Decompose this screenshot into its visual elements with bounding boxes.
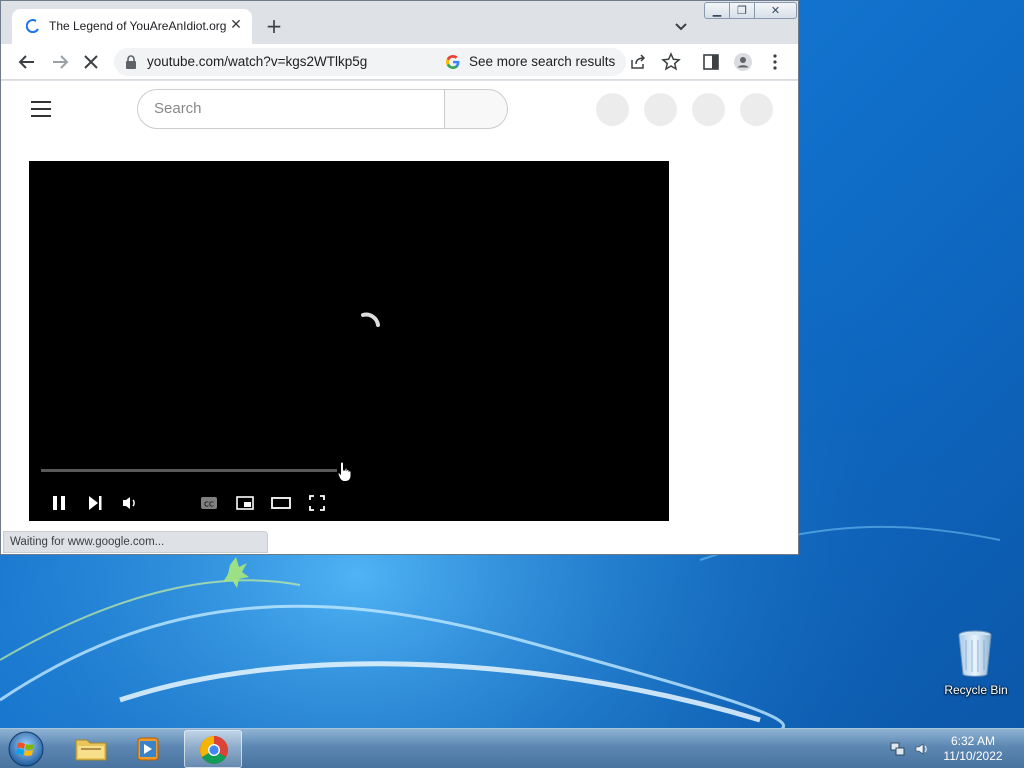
miniplayer-icon[interactable] [235, 493, 255, 513]
network-icon[interactable] [890, 741, 906, 757]
status-bar: Waiting for www.google.com... [3, 531, 268, 553]
media-player-icon [137, 737, 159, 761]
new-tab-button[interactable]: + [263, 15, 285, 37]
tab-close-icon[interactable]: ✕ [228, 17, 244, 33]
browser-toolbar: youtube.com/watch?v=kgs2WTlkp5g See more… [1, 44, 798, 80]
closed-captions-icon[interactable]: CC [199, 493, 219, 513]
tab-title: The Legend of YouAreAnIdiot.org [49, 19, 227, 33]
search-input[interactable]: Search [137, 89, 445, 129]
hamburger-menu-icon[interactable] [31, 101, 51, 117]
bookmark-star-icon[interactable] [661, 52, 681, 72]
volume-icon[interactable] [120, 493, 140, 513]
start-button-icon[interactable] [6, 730, 46, 768]
chrome-icon [200, 736, 228, 764]
chrome-taskbar-button[interactable] [184, 730, 242, 768]
browser-tab[interactable]: The Legend of YouAreAnIdiot.org ✕ [12, 9, 252, 44]
address-bar[interactable]: youtube.com/watch?v=kgs2WTlkp5g See more… [114, 48, 626, 76]
minimize-button[interactable]: ▁ [704, 2, 730, 19]
placeholder-circle [596, 93, 629, 126]
url-text[interactable]: youtube.com/watch?v=kgs2WTlkp5g [147, 54, 367, 69]
folder-icon [75, 739, 107, 761]
tab-search-icon[interactable] [672, 17, 690, 35]
recycle-bin-icon [958, 630, 992, 677]
search-placeholder: Search [154, 100, 202, 117]
clock-date: 11/10/2022 [943, 749, 1003, 763]
recycle-bin[interactable]: Recycle Bin [938, 628, 1014, 704]
loading-spinner-icon [26, 19, 39, 33]
loading-spinner-icon [361, 312, 380, 327]
share-icon[interactable] [628, 52, 648, 72]
search-more-chip[interactable]: See more search results [469, 54, 615, 69]
lock-icon[interactable] [125, 55, 137, 69]
fullscreen-icon[interactable] [307, 493, 327, 513]
close-window-button[interactable]: ✕ [754, 2, 797, 19]
tab-strip: The Legend of YouAreAnIdiot.org ✕ + ▁ ❐ … [1, 1, 798, 44]
recycle-bin-label: Recycle Bin [944, 683, 1008, 697]
clock-time: 6:32 AM [950, 734, 996, 748]
google-icon [446, 55, 460, 69]
placeholder-circle [740, 93, 773, 126]
status-text: Waiting for www.google.com... [10, 536, 165, 548]
video-player[interactable]: CC [29, 161, 669, 521]
placeholder-circle [692, 93, 725, 126]
clock[interactable]: 6:32 AM 11/10/2022 [924, 734, 1022, 764]
next-video-icon[interactable] [85, 493, 105, 513]
pause-icon[interactable] [49, 493, 69, 513]
hand-cursor-icon [337, 461, 352, 482]
svg-text:CC: CC [204, 501, 214, 509]
browser-window: The Legend of YouAreAnIdiot.org ✕ + ▁ ❐ … [0, 0, 799, 555]
side-panel-icon[interactable] [701, 52, 721, 72]
profile-avatar-icon[interactable] [733, 52, 753, 72]
back-icon[interactable] [16, 51, 38, 73]
page-content: Search CC [1, 81, 798, 554]
menu-kebab-icon[interactable] [765, 52, 785, 72]
system-tray: 6:32 AM 11/10/2022 [884, 729, 1024, 768]
maximize-button[interactable]: ❐ [729, 2, 755, 19]
forward-icon[interactable] [49, 51, 71, 73]
windows-explorer-button[interactable] [62, 730, 120, 768]
stop-loading-icon[interactable] [80, 51, 102, 73]
media-player-button[interactable] [120, 730, 178, 768]
progress-bar[interactable] [41, 469, 337, 472]
taskbar: 6:32 AM 11/10/2022 [0, 728, 1024, 768]
search-button[interactable] [444, 89, 508, 129]
theater-mode-icon[interactable] [271, 493, 291, 513]
placeholder-circle [644, 93, 677, 126]
